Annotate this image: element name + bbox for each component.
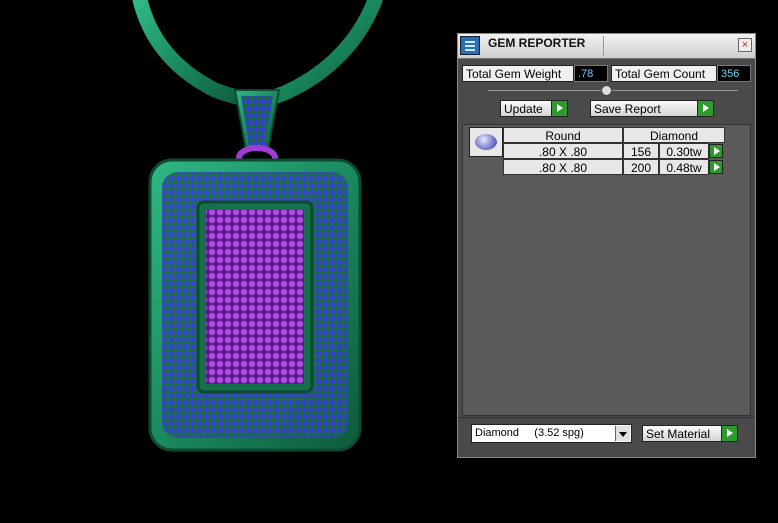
update-button[interactable]: Update (500, 100, 568, 117)
total-gem-count-value: 356 (717, 65, 751, 82)
row-size: .80 X .80 (503, 143, 623, 159)
gem-reporter-icon (460, 36, 480, 55)
update-button-label: Update (504, 102, 543, 116)
divider (458, 417, 755, 418)
material-select[interactable]: Diamond (3.52 spg) (471, 424, 632, 443)
total-gem-weight-label: Total Gem Weight (462, 65, 574, 82)
round-gem-icon (475, 134, 497, 150)
play-arrow-icon (721, 426, 737, 441)
bail (233, 89, 281, 171)
3d-viewport[interactable] (0, 0, 455, 518)
close-icon[interactable]: × (738, 38, 752, 52)
row-select-arrow-icon[interactable] (709, 160, 723, 174)
window-title: GEM REPORTER (488, 36, 586, 50)
row-count: 200 (623, 159, 659, 175)
row-size: .80 X .80 (503, 159, 623, 175)
chevron-down-icon (615, 426, 630, 441)
set-material-button[interactable]: Set Material (642, 425, 738, 442)
gem-thumbnail[interactable] (469, 127, 503, 157)
gem-reporter-panel: GEM REPORTER × Total Gem Weight .78 Tota… (457, 33, 756, 458)
row-select-arrow-icon[interactable] (709, 144, 723, 158)
total-gem-count-label: Total Gem Count (611, 65, 717, 82)
row-weight: 0.48tw (659, 159, 709, 175)
save-report-button[interactable]: Save Report (590, 100, 714, 117)
play-arrow-icon (697, 101, 713, 116)
pendant-body (148, 158, 362, 452)
title-divider (603, 36, 604, 56)
total-gem-weight-value: .78 (574, 65, 608, 82)
title-bar[interactable]: GEM REPORTER × (458, 34, 755, 59)
stone-header: Diamond (623, 127, 725, 143)
pendant-render (132, 0, 383, 452)
slider-track (488, 90, 738, 91)
play-arrow-icon (551, 101, 567, 116)
row-count: 156 (623, 143, 659, 159)
shape-header: Round (503, 127, 623, 143)
set-material-button-label: Set Material (646, 427, 711, 441)
save-report-button-label: Save Report (594, 102, 661, 116)
gem-list: Round Diamond .80 X .80 156 0.30tw .80 X… (462, 124, 751, 416)
row-weight: 0.30tw (659, 143, 709, 159)
slider-handle[interactable] (601, 85, 612, 96)
chain (132, 0, 383, 108)
material-select-value: Diamond (3.52 spg) (475, 427, 584, 439)
